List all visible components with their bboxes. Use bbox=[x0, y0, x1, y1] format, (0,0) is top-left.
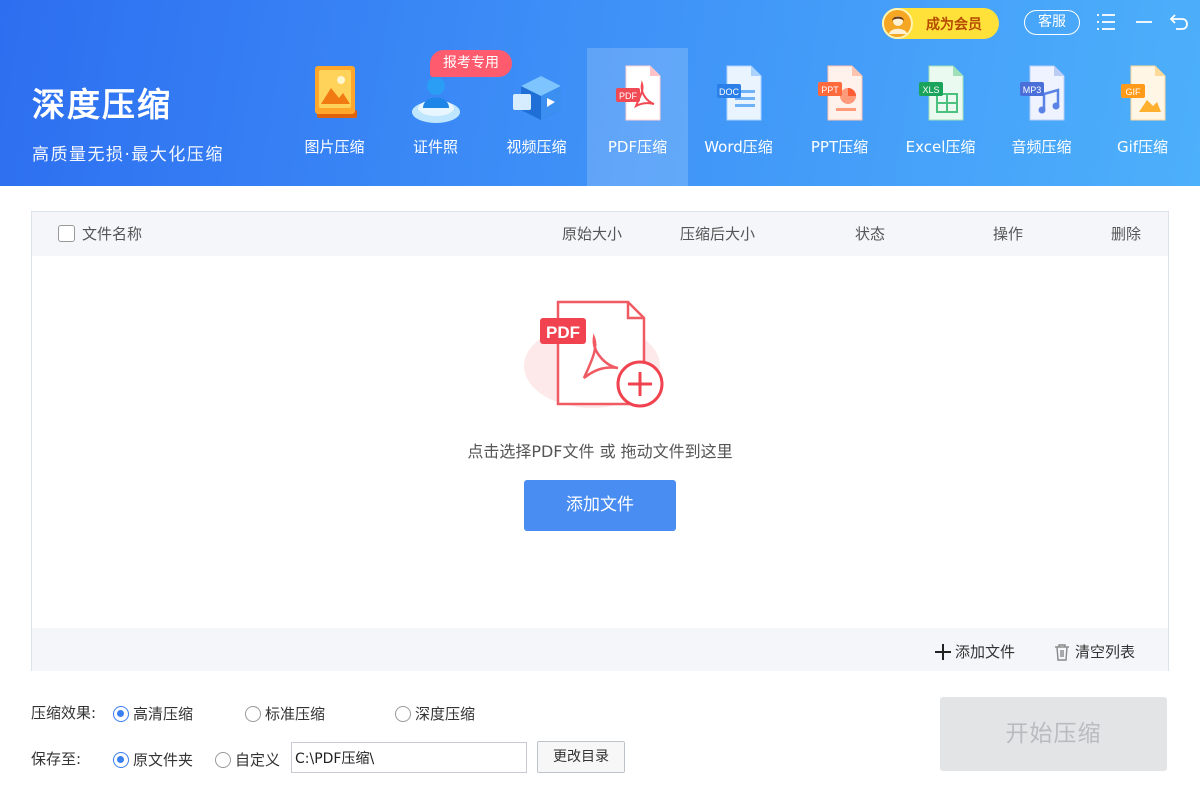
effect-deep-radio[interactable]: 深度压缩 bbox=[395, 703, 475, 724]
become-member-button[interactable]: 成为会员 bbox=[882, 8, 999, 39]
col-original-size: 原始大小 bbox=[562, 225, 623, 243]
radio-selected-icon bbox=[113, 705, 129, 722]
menu-icon[interactable] bbox=[1095, 11, 1117, 33]
select-all-checkbox[interactable] bbox=[58, 225, 75, 242]
panel-footer: 添加文件 清空列表 bbox=[32, 628, 1168, 671]
nav-excel-compress[interactable]: XLS Excel压缩 bbox=[890, 48, 991, 186]
save-custom-label: 自定义 bbox=[235, 751, 281, 769]
radio-selected-icon bbox=[113, 751, 129, 768]
nav-image-compress[interactable]: 图片压缩 bbox=[284, 48, 385, 186]
file-list-panel: 文件名称 原始大小 压缩后大小 状态 操作 删除 PDF 点击选择PDF文件 或… bbox=[31, 211, 1169, 671]
nav-gif-tag: GIF bbox=[1126, 87, 1142, 97]
clear-list-button[interactable]: 清空列表 bbox=[1053, 628, 1135, 676]
change-directory-button[interactable]: 更改目录 bbox=[537, 741, 625, 773]
video-compress-icon bbox=[511, 60, 563, 126]
radio-unselected-icon bbox=[395, 705, 411, 722]
footer-add-file-button[interactable]: 添加文件 bbox=[934, 628, 1015, 676]
nav-mp3-tag: MP3 bbox=[1023, 85, 1042, 95]
effect-deep-label: 深度压缩 bbox=[415, 705, 476, 723]
nav-pdf-compress[interactable]: PDF PDF压缩 bbox=[587, 48, 688, 186]
save-location-label: 保存至: bbox=[31, 750, 82, 768]
plus-icon bbox=[935, 644, 951, 660]
become-member-label: 成为会员 bbox=[926, 16, 982, 33]
nav-doc-tag: DOC bbox=[719, 87, 740, 97]
nav-label: PPT压缩 bbox=[810, 138, 869, 156]
nav-label: Gif压缩 bbox=[1116, 138, 1169, 156]
minimize-icon[interactable] bbox=[1133, 11, 1155, 33]
avatar-icon bbox=[882, 8, 913, 39]
effect-standard-radio[interactable]: 标准压缩 bbox=[245, 703, 325, 724]
trash-icon bbox=[1055, 644, 1069, 661]
word-compress-icon: DOC bbox=[713, 60, 765, 126]
save-original-folder-radio[interactable]: 原文件夹 bbox=[113, 749, 193, 770]
compression-effect-row: 压缩效果: 高清压缩 标准压缩 深度压缩 bbox=[31, 702, 631, 724]
nav-label: Excel压缩 bbox=[905, 138, 976, 156]
drop-zone[interactable]: PDF 点击选择PDF文件 或 拖动文件到这里 添加文件 bbox=[32, 256, 1168, 628]
compression-effect-label: 压缩效果: bbox=[31, 704, 97, 722]
footer-add-file-label: 添加文件 bbox=[955, 643, 1016, 661]
ppt-compress-icon: PPT bbox=[814, 60, 866, 126]
save-custom-radio[interactable]: 自定义 bbox=[215, 749, 280, 770]
nav-gif-compress[interactable]: GIF Gif压缩 bbox=[1092, 48, 1193, 186]
pdf-compress-icon: PDF bbox=[612, 60, 664, 126]
nav-xls-tag: XLS bbox=[922, 85, 939, 95]
nav-ppt-compress[interactable]: PPT PPT压缩 bbox=[789, 48, 890, 186]
effect-hd-label: 高清压缩 bbox=[133, 705, 194, 723]
col-delete: 删除 bbox=[1111, 225, 1142, 243]
app-header: 深度压缩 高质量无损·最大化压缩 成为会员 客服 报考专用 图片压缩 证件照 视… bbox=[0, 0, 1200, 186]
col-status: 状态 bbox=[855, 225, 886, 243]
excel-compress-icon: XLS bbox=[915, 60, 967, 126]
save-location-row: 保存至: 原文件夹 自定义 bbox=[31, 748, 291, 770]
start-compress-button[interactable]: 开始压缩 bbox=[940, 697, 1167, 771]
audio-compress-icon: MP3 bbox=[1016, 60, 1068, 126]
effect-hd-radio[interactable]: 高清压缩 bbox=[113, 703, 193, 724]
nav-label: 视频压缩 bbox=[506, 138, 567, 156]
nav-pdf-tag: PDF bbox=[619, 91, 638, 101]
app-subtitle: 高质量无损·最大化压缩 bbox=[32, 145, 224, 165]
image-compress-icon bbox=[309, 60, 361, 126]
nav-label: PDF压缩 bbox=[607, 138, 668, 156]
col-compressed-size: 压缩后大小 bbox=[680, 225, 756, 243]
nav-word-compress[interactable]: DOC Word压缩 bbox=[688, 48, 789, 186]
nav-ppt-tag: PPT bbox=[821, 85, 839, 95]
pdf-add-illustration: PDF bbox=[522, 296, 682, 426]
back-icon[interactable] bbox=[1168, 11, 1190, 33]
app-title: 深度压缩 bbox=[32, 85, 172, 124]
nav-label: 证件照 bbox=[412, 138, 458, 156]
radio-unselected-icon bbox=[245, 705, 261, 722]
customer-service-button[interactable]: 客服 bbox=[1024, 10, 1080, 35]
radio-unselected-icon bbox=[215, 751, 231, 768]
nav-label: 音频压缩 bbox=[1011, 138, 1072, 156]
nav-audio-compress[interactable]: MP3 音频压缩 bbox=[991, 48, 1092, 186]
effect-standard-label: 标准压缩 bbox=[265, 705, 326, 723]
drop-hint: 点击选择PDF文件 或 拖动文件到这里 bbox=[467, 442, 733, 461]
nav-label: Word压缩 bbox=[704, 138, 773, 156]
add-file-button[interactable]: 添加文件 bbox=[524, 480, 676, 531]
save-original-folder-label: 原文件夹 bbox=[133, 751, 194, 769]
nav-label: 图片压缩 bbox=[304, 138, 365, 156]
table-header: 文件名称 原始大小 压缩后大小 状态 操作 删除 bbox=[32, 212, 1168, 256]
exam-special-badge: 报考专用 bbox=[430, 50, 512, 77]
illustration-pdf-tag: PDF bbox=[546, 323, 580, 342]
output-path-input[interactable] bbox=[291, 742, 527, 773]
col-action: 操作 bbox=[993, 225, 1024, 243]
tool-nav: 图片压缩 证件照 视频压缩 PDF PDF压缩 DOC Word压缩 PPT P… bbox=[284, 48, 1193, 186]
clear-list-label: 清空列表 bbox=[1075, 643, 1136, 661]
gif-compress-icon: GIF bbox=[1117, 60, 1169, 126]
col-file-name: 文件名称 bbox=[82, 225, 143, 243]
brand: 深度压缩 高质量无损·最大化压缩 bbox=[32, 78, 224, 165]
